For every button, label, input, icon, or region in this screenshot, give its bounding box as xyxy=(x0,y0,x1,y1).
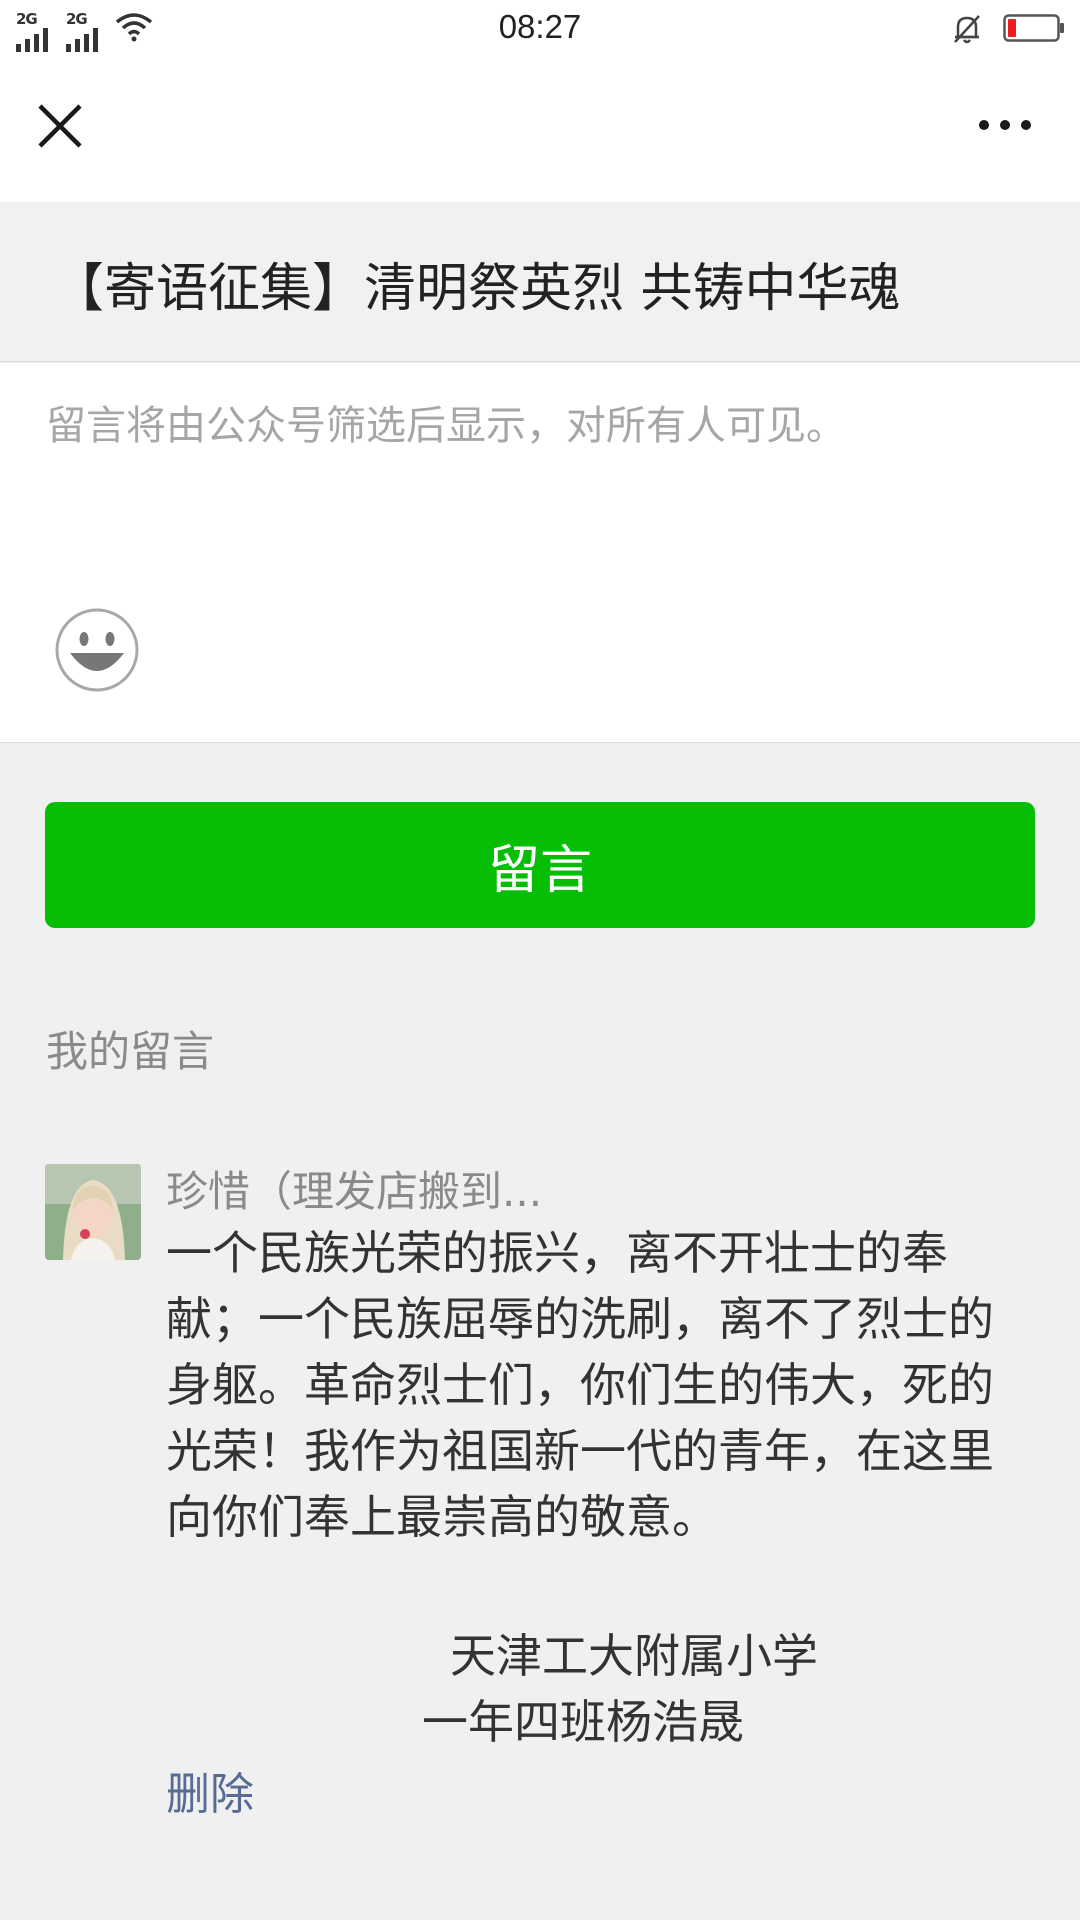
comment-input-placeholder[interactable]: 留言将由公众号筛选后显示，对所有人可见。 xyxy=(46,393,846,451)
avatar xyxy=(45,1164,141,1260)
my-comments-heading: 我的留言 xyxy=(46,1027,215,1076)
user-avatar-image xyxy=(45,1164,141,1260)
comment-signature-line-2: 一年四班杨浩晟 xyxy=(422,1695,744,1749)
status-bar: 2G 2G 08:27 xyxy=(0,0,1080,60)
close-button[interactable] xyxy=(30,96,90,156)
battery-level xyxy=(1008,19,1016,37)
status-time: 08:27 xyxy=(498,8,582,45)
comment-compose-area[interactable]: 留言将由公众号筛选后显示，对所有人可见。 xyxy=(0,363,1080,743)
mute-bell-icon xyxy=(954,15,980,44)
submit-comment-button[interactable]: 留言 xyxy=(45,802,1035,928)
more-dots-icon xyxy=(979,120,1031,130)
comment-username: 珍惜（理发店搬到... xyxy=(166,1167,543,1216)
nav-bar xyxy=(0,60,1080,202)
comment-body: 一个民族光荣的振兴，离不开壮士的奉献；一个民族屈辱的洗刷，离不了烈士的身躯。革命… xyxy=(166,1226,994,1544)
delete-comment-link[interactable]: 删除 xyxy=(166,1758,254,1822)
battery-icon xyxy=(1003,14,1064,42)
emoji-button[interactable] xyxy=(54,607,140,693)
emoji-smile-icon xyxy=(55,608,139,692)
article-title-bar: 【寄语征集】清明祭英烈 共铸中华魂 xyxy=(0,202,1080,362)
article-title: 【寄语征集】清明祭英烈 共铸中华魂 xyxy=(52,259,901,319)
comment-signature-line-1: 天津工大附属小学 xyxy=(450,1629,818,1683)
more-button[interactable] xyxy=(970,110,1040,140)
close-icon xyxy=(38,104,82,148)
